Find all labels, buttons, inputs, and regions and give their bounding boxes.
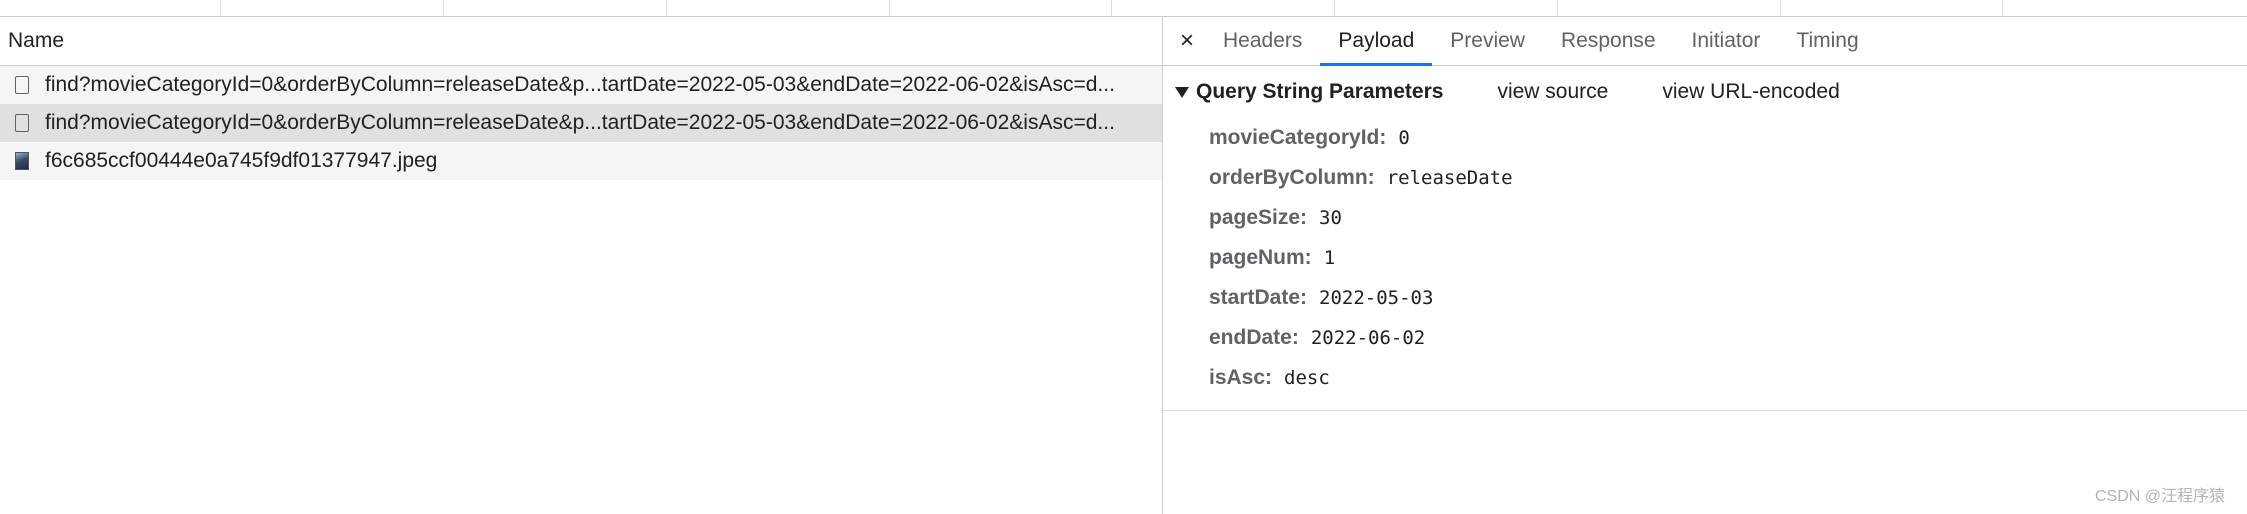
- param-row: movieCategoryId: 0: [1163, 118, 2247, 158]
- tab-timing[interactable]: Timing: [1778, 17, 1876, 65]
- param-value: releaseDate: [1386, 167, 1513, 189]
- param-key: pageNum:: [1209, 246, 1312, 269]
- timeline-divider: [889, 0, 890, 16]
- view-source-link[interactable]: view source: [1497, 80, 1608, 104]
- tab-preview[interactable]: Preview: [1432, 17, 1543, 65]
- param-row: pageNum: 1: [1163, 238, 2247, 278]
- param-value: 1: [1323, 247, 1336, 269]
- timeline-overview[interactable]: [0, 0, 2247, 17]
- image-icon: [15, 152, 29, 170]
- param-row: isAsc: desc: [1163, 358, 2247, 398]
- timeline-divider: [1334, 0, 1335, 16]
- tab-headers[interactable]: Headers: [1205, 17, 1320, 65]
- param-key: movieCategoryId:: [1209, 126, 1387, 149]
- timeline-divider: [1780, 0, 1781, 16]
- request-name: find?movieCategoryId=0&orderByColumn=rel…: [45, 73, 1115, 96]
- param-value: 0: [1398, 127, 1410, 149]
- request-details-panel: × Headers Payload Preview Response Initi…: [1163, 17, 2247, 514]
- timeline-divider: [220, 0, 221, 16]
- name-column-header[interactable]: Name: [0, 17, 1162, 66]
- timeline-divider: [2002, 0, 2003, 16]
- param-row: orderByColumn: releaseDate: [1163, 158, 2247, 198]
- request-row[interactable]: f6c685ccf00444e0a745f9df01377947.jpeg: [0, 142, 1162, 180]
- name-column-label: Name: [8, 29, 65, 52]
- tab-response[interactable]: Response: [1543, 17, 1674, 65]
- timeline-divider: [1557, 0, 1558, 16]
- request-row[interactable]: find?movieCategoryId=0&orderByColumn=rel…: [0, 66, 1162, 104]
- tab-initiator[interactable]: Initiator: [1674, 17, 1779, 65]
- document-icon: [15, 76, 29, 94]
- param-key: orderByColumn:: [1209, 166, 1375, 189]
- param-value: 30: [1319, 207, 1342, 229]
- param-key: endDate:: [1209, 326, 1299, 349]
- request-name: find?movieCategoryId=0&orderByColumn=rel…: [45, 111, 1115, 134]
- close-icon[interactable]: ×: [1169, 17, 1205, 65]
- request-list-panel: Name find?movieCategoryId=0&orderByColum…: [0, 17, 1163, 514]
- document-icon: [15, 114, 29, 132]
- request-row-selected[interactable]: find?movieCategoryId=0&orderByColumn=rel…: [0, 104, 1162, 142]
- section-title[interactable]: Query String Parameters: [1196, 80, 1443, 104]
- watermark: CSDN @汪程序猿: [2094, 488, 2225, 505]
- param-key: startDate:: [1209, 286, 1308, 309]
- timeline-divider: [1111, 0, 1112, 16]
- param-key: isAsc:: [1209, 366, 1273, 389]
- param-row: endDate: 2022-06-02: [1163, 318, 2247, 358]
- expand-triangle-icon[interactable]: [1175, 86, 1189, 98]
- timeline-divider: [666, 0, 667, 16]
- param-key: pageSize:: [1209, 206, 1308, 229]
- timeline-divider: [443, 0, 444, 16]
- request-name: f6c685ccf00444e0a745f9df01377947.jpeg: [45, 149, 438, 172]
- param-value: desc: [1284, 367, 1330, 389]
- details-tabbar: × Headers Payload Preview Response Initi…: [1163, 17, 2247, 66]
- tab-payload[interactable]: Payload: [1320, 17, 1433, 66]
- empty-list-area: [0, 180, 1162, 510]
- param-value: 2022-06-02: [1310, 327, 1426, 349]
- section-header[interactable]: Query String Parameters view source view…: [1163, 66, 2247, 118]
- view-url-encoded-link[interactable]: view URL-encoded: [1662, 80, 1839, 104]
- query-string-section: Query String Parameters view source view…: [1163, 66, 2247, 411]
- param-row: startDate: 2022-05-03: [1163, 278, 2247, 318]
- param-value: 2022-05-03: [1319, 287, 1434, 309]
- param-row: pageSize: 30: [1163, 198, 2247, 238]
